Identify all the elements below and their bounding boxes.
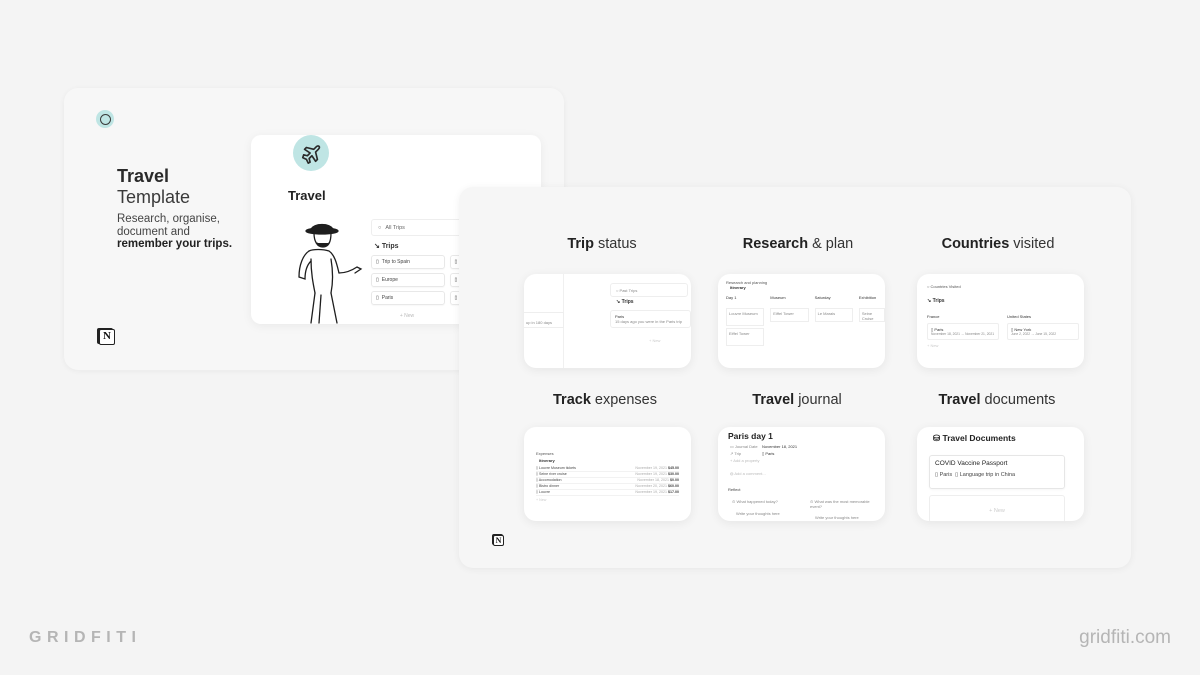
gridfiti-url[interactable]: gridfiti.com (1079, 627, 1171, 649)
expense-date: November 19, 2021 (635, 490, 667, 494)
travel-documents-heading: ⛁ Travel Documents (933, 433, 1016, 443)
expense-row[interactable]: ▯ Louvre November 19, 2021 $17.00 (536, 490, 679, 496)
brand-circle-icon (96, 110, 114, 128)
journal-entry-title: Paris day 1 (728, 431, 773, 441)
expense-name: ▯ Bistro dinner (536, 484, 560, 488)
new-trip-button[interactable]: + New (371, 313, 443, 319)
expense-meta: November 19, 2021 $45.00 (635, 466, 679, 471)
trip-card[interactable]: ▯ Paris (371, 291, 445, 305)
all-trips-label: All Trips (385, 224, 405, 231)
feature-title-journal: Travel journal (752, 392, 842, 408)
expense-amount: $60.00 (668, 484, 679, 488)
journal-preview: Paris day 1 ▭ Journal Date November 18, … (718, 427, 885, 521)
expense-date: November 20, 2021 (635, 484, 667, 488)
expense-date: November 18, 2021 (637, 478, 669, 482)
expense-name: ▯ Louvre Museum tickets (536, 466, 576, 470)
expense-meta: November 19, 2021 $17.00 (635, 490, 679, 495)
trip-card-label: Europe (381, 277, 398, 283)
feature-title-trip-status: Trip status (567, 236, 637, 252)
feature-title-countries: Countries visited (941, 236, 1055, 252)
trips-heading: ↘ Trips (616, 299, 634, 305)
trip-card[interactable]: Paris 15 days ago you were in the Paris … (610, 310, 691, 328)
hero-desc-plain: Research, organise, document and (117, 213, 220, 238)
feature-title-documents: Travel documents (938, 392, 1056, 408)
plane-icon (293, 135, 329, 171)
itinerary-view: Itinerary (539, 458, 555, 463)
trip-card-label: Trip to Spain (381, 259, 410, 265)
new-expense-button[interactable]: + New (536, 498, 679, 502)
hero-title-light: Template (117, 187, 191, 207)
page-icon: ▯ (376, 295, 379, 301)
trip-card[interactable]: ▯ Trip to Spain (371, 255, 445, 269)
expense-meta: November 18, 2021 $0.00 (637, 478, 679, 483)
expense-name: ▯ Seine river cruise (536, 472, 567, 476)
view-circle-icon: ○ (378, 224, 382, 231)
hero-title-bold: Travel (117, 166, 170, 186)
trip-status-preview: up in 180 days ○ Past Trips ↘ Trips Pari… (524, 274, 691, 368)
trips-heading-text: Trips (381, 243, 399, 250)
expense-date: November 19, 2021 (635, 472, 667, 476)
hero-description: Research, organise, document and remembe… (117, 213, 247, 251)
page-icon: ▯ (454, 295, 458, 301)
document-card[interactable]: COVID Vaccine Passport ▯ Paris ▯ Languag… (929, 455, 1065, 489)
expense-meta: November 19, 2021 $30.00 (635, 472, 679, 477)
trip-card[interactable]: ▯ Europe (371, 273, 445, 287)
trip-card-label: Paris (381, 295, 394, 301)
new-document-button[interactable]: + New (929, 495, 1065, 521)
itinerary-view: Itinerary (730, 285, 746, 290)
expenses-preview: Expenses Itinerary ▯ Louvre Museum ticke… (524, 427, 691, 521)
preview-page-title: Travel (288, 188, 326, 203)
hero-desc-bold: remember your trips. (117, 238, 233, 250)
expense-amount: $45.00 (668, 466, 679, 470)
expense-date: November 19, 2021 (635, 466, 667, 470)
gridfiti-wordmark: GRIDFITI (29, 629, 142, 646)
notion-logo-icon: N (493, 535, 504, 546)
documents-preview: ⛁ Travel Documents COVID Vaccine Passpor… (917, 427, 1084, 521)
expense-amount: $30.00 (668, 472, 679, 476)
page-icon: ▯ (376, 259, 379, 265)
page-icon: ▯ (454, 259, 458, 265)
countries-view[interactable]: ○ Countries Visited (927, 284, 961, 289)
expense-amount: $0.00 (670, 478, 679, 482)
expense-name: ▯ Louvre (536, 490, 550, 494)
traveler-illustration (298, 223, 363, 324)
trip-status-left-snippet: up in 180 days (526, 320, 553, 325)
new-button[interactable]: + New (649, 338, 660, 343)
expense-amount: $17.00 (668, 490, 679, 494)
feature-title-expenses: Track expenses (552, 392, 658, 408)
expense-meta: November 20, 2021 $60.00 (635, 484, 679, 489)
page-icon: ▯ (376, 277, 379, 283)
research-plan-preview: Research and planning Itinerary Day 1 Lou… (718, 274, 885, 368)
past-trips-view[interactable]: ○ Past Trips (610, 283, 688, 297)
expense-name: ▯ Accomodation (536, 478, 562, 482)
hero-title: Travel Template (117, 166, 190, 208)
notion-logo-icon: N (99, 329, 115, 345)
page-icon: ▯ (454, 277, 458, 283)
countries-visited-preview: ○ Countries Visited ↘ Trips France ▯ Par… (917, 274, 1084, 368)
feature-title-research: Research & plan (742, 236, 854, 252)
